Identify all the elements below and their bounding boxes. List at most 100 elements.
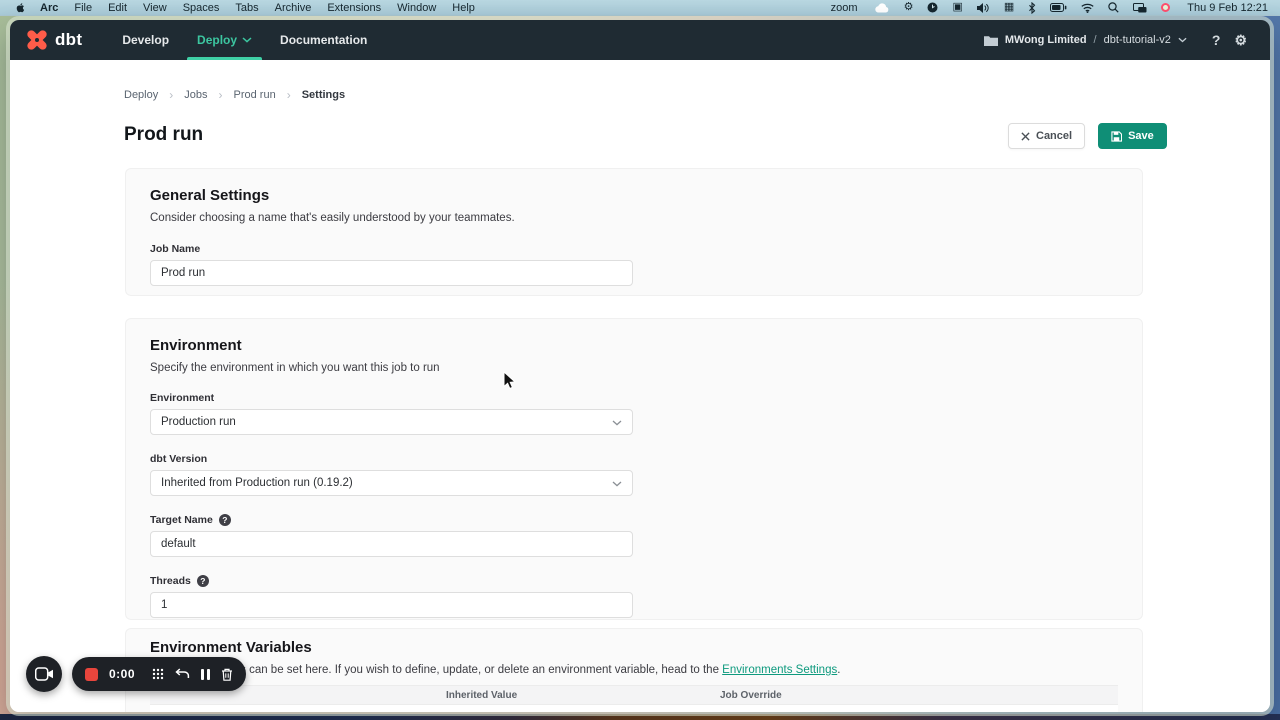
- breadcrumb-prod-run[interactable]: Prod run: [234, 89, 276, 101]
- env-var-table: Inherited Value Job Override: [150, 685, 1118, 712]
- env-var-table-row: [150, 705, 1118, 712]
- settings-gear-button[interactable]: ⚙: [1227, 20, 1254, 60]
- breadcrumb-jobs[interactable]: Jobs: [184, 89, 207, 101]
- delete-recording-button[interactable]: [221, 668, 233, 681]
- page-title: Prod run: [124, 124, 203, 146]
- nav-deploy[interactable]: Deploy: [183, 20, 266, 60]
- cloud-status-icon[interactable]: [870, 3, 895, 13]
- section-description: Job level overrides can be set here. If …: [150, 664, 1118, 676]
- job-name-input[interactable]: [150, 260, 633, 286]
- account-name: MWong Limited: [1005, 34, 1087, 46]
- macos-menubar: Arc File Edit View Spaces Tabs Archive E…: [0, 0, 1280, 16]
- save-icon: [1111, 131, 1122, 142]
- close-icon: [1021, 132, 1030, 141]
- chevron-down-icon: [612, 481, 622, 487]
- account-switcher[interactable]: MWong Limited / dbt-tutorial-v2: [984, 34, 1187, 46]
- account-separator: /: [1094, 34, 1097, 46]
- breadcrumb: Deploy › Jobs › Prod run › Settings: [124, 88, 345, 102]
- breadcrumb-deploy[interactable]: Deploy: [124, 89, 158, 101]
- help-button[interactable]: ?: [1205, 20, 1228, 60]
- column-job-override: Job Override: [718, 690, 1118, 701]
- help-tooltip-icon[interactable]: ?: [219, 514, 231, 526]
- menu-edit[interactable]: Edit: [100, 2, 135, 14]
- battery-icon[interactable]: [1045, 3, 1072, 12]
- chevron-down-icon: [242, 37, 252, 43]
- threads-input[interactable]: [150, 592, 633, 618]
- primary-nav: Develop Deploy Documentation: [108, 20, 381, 60]
- desktop-bottom-edge: [0, 714, 1280, 720]
- dbt-version-select[interactable]: Inherited from Production run (0.19.2): [150, 470, 633, 496]
- environment-card: Environment Specify the environment in w…: [125, 318, 1143, 620]
- screen-mirroring-icon[interactable]: [1128, 3, 1152, 13]
- target-name-input[interactable]: [150, 531, 633, 557]
- dbt-brand[interactable]: dbt: [26, 29, 82, 51]
- menu-archive[interactable]: Archive: [267, 2, 320, 14]
- environment-variables-card: Environment Variables Job level override…: [125, 628, 1143, 712]
- folder-icon: [984, 35, 998, 46]
- spotlight-search-icon[interactable]: [1103, 2, 1124, 13]
- menu-spaces[interactable]: Spaces: [175, 2, 228, 14]
- wifi-icon[interactable]: [1076, 3, 1099, 13]
- nav-develop[interactable]: Develop: [108, 20, 183, 60]
- chevron-down-icon: [612, 420, 622, 426]
- menu-view[interactable]: View: [135, 2, 175, 14]
- dbt-header: dbt Develop Deploy Documentation MWong L…: [10, 20, 1270, 60]
- keyboard-status-icon[interactable]: ▦: [999, 2, 1019, 13]
- browser-window: dbt Develop Deploy Documentation MWong L…: [10, 20, 1270, 712]
- volume-icon[interactable]: [972, 3, 995, 13]
- job-settings-page: Deploy › Jobs › Prod run › Settings Prod…: [10, 60, 1270, 712]
- section-heading: General Settings: [150, 187, 1118, 204]
- cancel-button[interactable]: Cancel: [1008, 123, 1085, 149]
- pause-recording-button[interactable]: [201, 669, 210, 680]
- menu-file[interactable]: File: [66, 2, 100, 14]
- menu-arc[interactable]: Arc: [32, 2, 66, 14]
- project-name: dbt-tutorial-v2: [1104, 34, 1171, 46]
- environments-settings-link[interactable]: Environments Settings: [722, 664, 837, 676]
- menubar-clock[interactable]: Thu 9 Feb 12:21: [1179, 2, 1270, 14]
- trash-icon: [221, 668, 233, 681]
- recording-time: 0:00: [109, 667, 135, 681]
- restart-recording-button[interactable]: [175, 668, 190, 680]
- undo-icon: [175, 668, 190, 680]
- breadcrumb-separator: ›: [219, 88, 223, 102]
- menu-tabs[interactable]: Tabs: [227, 2, 266, 14]
- video-camera-icon: [35, 667, 54, 681]
- recorder-toolbar: 0:00: [72, 657, 246, 691]
- section-heading: Environment: [150, 337, 1118, 354]
- menu-zoom-app[interactable]: zoom: [823, 2, 866, 14]
- section-description: Consider choosing a name that's easily u…: [150, 212, 1118, 224]
- breadcrumb-settings: Settings: [302, 89, 345, 101]
- menu-window[interactable]: Window: [389, 2, 444, 14]
- job-name-label: Job Name: [150, 243, 1118, 255]
- recording-status-icon[interactable]: [1156, 3, 1175, 12]
- effects-grid-button[interactable]: [152, 668, 164, 680]
- environment-label: Environment: [150, 392, 1118, 404]
- chevron-down-icon: [1178, 37, 1187, 43]
- dbt-logo-icon: [26, 29, 48, 51]
- nav-documentation[interactable]: Documentation: [266, 20, 381, 60]
- bluetooth-icon[interactable]: [1023, 2, 1041, 14]
- env-var-table-header: Inherited Value Job Override: [150, 685, 1118, 705]
- gear-status-icon[interactable]: ⚙: [899, 2, 919, 13]
- apple-menu-icon[interactable]: [10, 1, 32, 15]
- app-box-status-icon[interactable]: ▣: [947, 2, 967, 13]
- general-settings-card: General Settings Consider choosing a nam…: [125, 168, 1143, 296]
- breadcrumb-separator: ›: [169, 88, 173, 102]
- record-stop-button[interactable]: [85, 668, 98, 681]
- breadcrumb-separator: ›: [287, 88, 291, 102]
- menu-extensions[interactable]: Extensions: [319, 2, 389, 14]
- dbt-version-label: dbt Version: [150, 453, 1118, 465]
- column-inherited-value: Inherited Value: [444, 690, 718, 701]
- threads-label: Threads ?: [150, 575, 1118, 587]
- mouse-cursor: [503, 371, 516, 395]
- help-tooltip-icon[interactable]: ?: [197, 575, 209, 587]
- section-description: Specify the environment in which you wan…: [150, 362, 1118, 374]
- recorder-camera-button[interactable]: [26, 656, 62, 692]
- clock-status-icon[interactable]: [922, 2, 943, 13]
- save-button[interactable]: Save: [1098, 123, 1167, 149]
- target-name-label: Target Name ?: [150, 514, 1118, 526]
- environment-select[interactable]: Production run: [150, 409, 633, 435]
- section-heading: Environment Variables: [150, 639, 1118, 656]
- page-actions: Cancel Save: [1008, 123, 1167, 149]
- menu-help[interactable]: Help: [444, 2, 483, 14]
